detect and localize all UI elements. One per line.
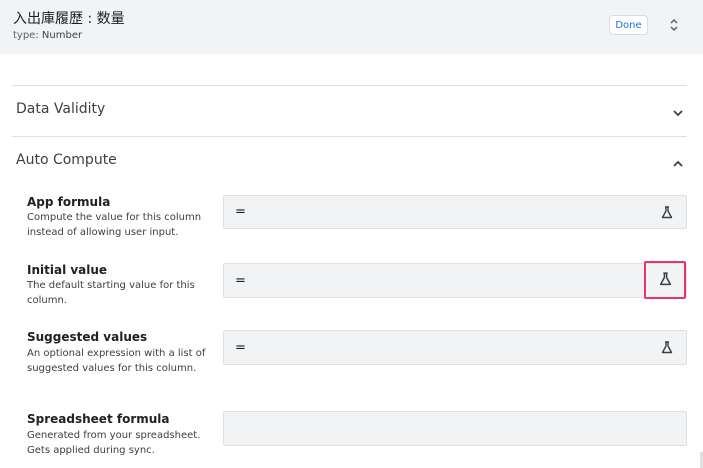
divider (12, 136, 687, 137)
initial-value-label: Initial value (27, 263, 108, 277)
highlighted-flask-button[interactable] (644, 261, 686, 299)
suggested-values-input[interactable]: = (223, 330, 687, 365)
app-formula-input[interactable]: = (223, 195, 687, 229)
divider (12, 85, 687, 86)
column-title: 入出庫履歴 : 数量 (13, 11, 125, 27)
column-editor-header: 入出庫履歴 : 数量 type: Number Done (0, 0, 703, 54)
app-formula-label: App formula (27, 195, 111, 209)
chevron-down-icon[interactable] (672, 104, 684, 117)
expand-collapse-icon[interactable] (666, 17, 682, 33)
data-validity-title[interactable]: Data Validity (16, 101, 105, 117)
flask-icon[interactable] (659, 271, 672, 290)
done-button[interactable]: Done (609, 15, 648, 35)
suggested-values-label: Suggested values (27, 330, 148, 344)
chevron-up-icon[interactable] (672, 155, 684, 167)
formula-equals: = (235, 340, 246, 355)
flask-icon[interactable] (660, 341, 673, 355)
auto-compute-title[interactable]: Auto Compute (16, 152, 117, 168)
spreadsheet-formula-description: Generated from your spreadsheet. Gets ap… (27, 430, 201, 456)
suggested-values-description: An optional expression with a list of su… (27, 348, 206, 374)
type-value: Number (41, 30, 83, 41)
app-formula-description: Compute the value for this column instea… (27, 212, 202, 238)
spreadsheet-formula-input (223, 411, 687, 446)
column-type: type: Number (13, 30, 82, 41)
initial-value-description: The default starting value for this colu… (27, 280, 195, 306)
formula-equals: = (235, 273, 246, 288)
type-prefix: type: (13, 30, 39, 41)
spreadsheet-formula-label: Spreadsheet formula (27, 412, 170, 426)
formula-equals: = (235, 204, 246, 220)
initial-value-input[interactable]: = (223, 263, 687, 298)
flask-icon[interactable] (660, 205, 673, 219)
